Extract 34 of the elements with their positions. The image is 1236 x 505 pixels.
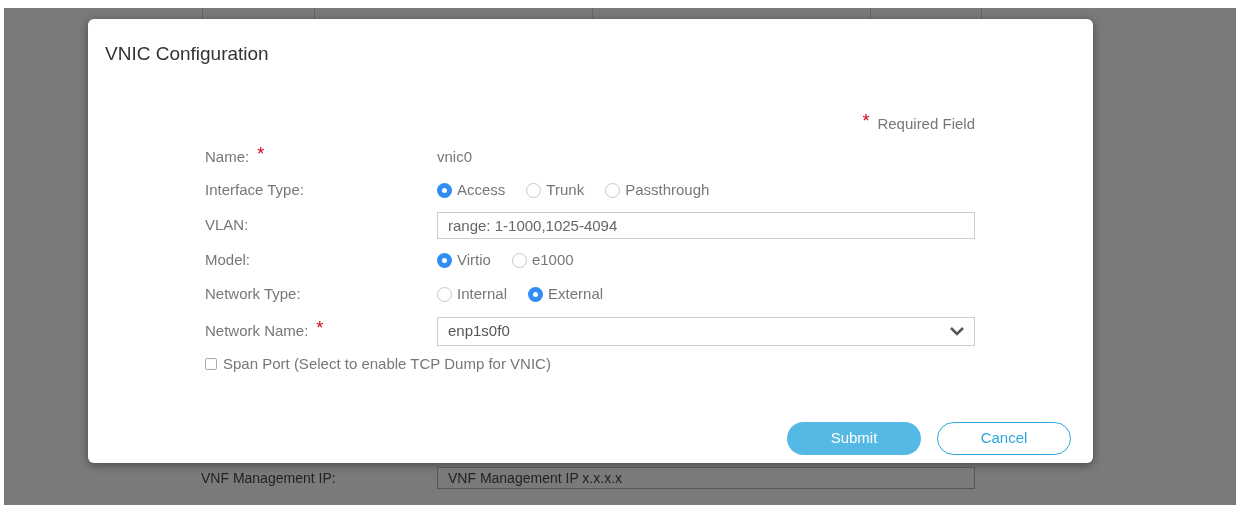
radio-option[interactable]: Trunk bbox=[526, 178, 585, 202]
field-label: Interface Type: bbox=[205, 179, 304, 200]
management-ip-field[interactable]: VNF Management IP x.x.x.x bbox=[437, 467, 975, 489]
radio-icon bbox=[437, 252, 452, 268]
field-label: VNF Management IP: bbox=[201, 468, 337, 488]
radio-option[interactable]: Virtio bbox=[437, 248, 491, 272]
field-label: Name: bbox=[205, 146, 250, 167]
required-mark: * bbox=[862, 111, 870, 130]
span-port-checkbox[interactable]: Span Port (Select to enable TCP Dump for VNIC) bbox=[205, 353, 1093, 376]
required-mark: * bbox=[316, 319, 324, 337]
field-label: Model: bbox=[205, 249, 251, 270]
field-label: Network Type: bbox=[205, 283, 301, 304]
radio-icon bbox=[437, 182, 452, 198]
radio-option[interactable]: e1000 bbox=[511, 248, 574, 272]
radio-option[interactable]: Access bbox=[437, 178, 506, 202]
dialog-title: VNIC Configuration bbox=[104, 42, 270, 66]
radio-option[interactable]: Internal bbox=[437, 282, 508, 306]
network-name-dropdown[interactable]: enp1s0f0 bbox=[437, 316, 975, 346]
radio-option[interactable]: External bbox=[528, 282, 604, 306]
radio-icon bbox=[528, 286, 544, 302]
vlan-field[interactable]: range: 1-1000,1025-4094 bbox=[437, 211, 975, 239]
required-field-note: Required Field bbox=[877, 113, 975, 134]
radio-icon bbox=[526, 182, 542, 198]
radio-icon bbox=[605, 182, 621, 198]
cancel-button[interactable]: Cancel bbox=[937, 421, 1071, 455]
radio-icon bbox=[437, 286, 452, 302]
radio-icon bbox=[511, 252, 527, 268]
required-mark: * bbox=[257, 145, 265, 163]
chevron-down-icon bbox=[950, 326, 964, 336]
field-label: VLAN: bbox=[205, 214, 249, 235]
checkbox-icon bbox=[205, 358, 217, 371]
field-label: Network Name: bbox=[205, 320, 309, 341]
name-value: vnic0 bbox=[437, 146, 473, 167]
radio-option[interactable]: Passthrough bbox=[605, 178, 710, 202]
